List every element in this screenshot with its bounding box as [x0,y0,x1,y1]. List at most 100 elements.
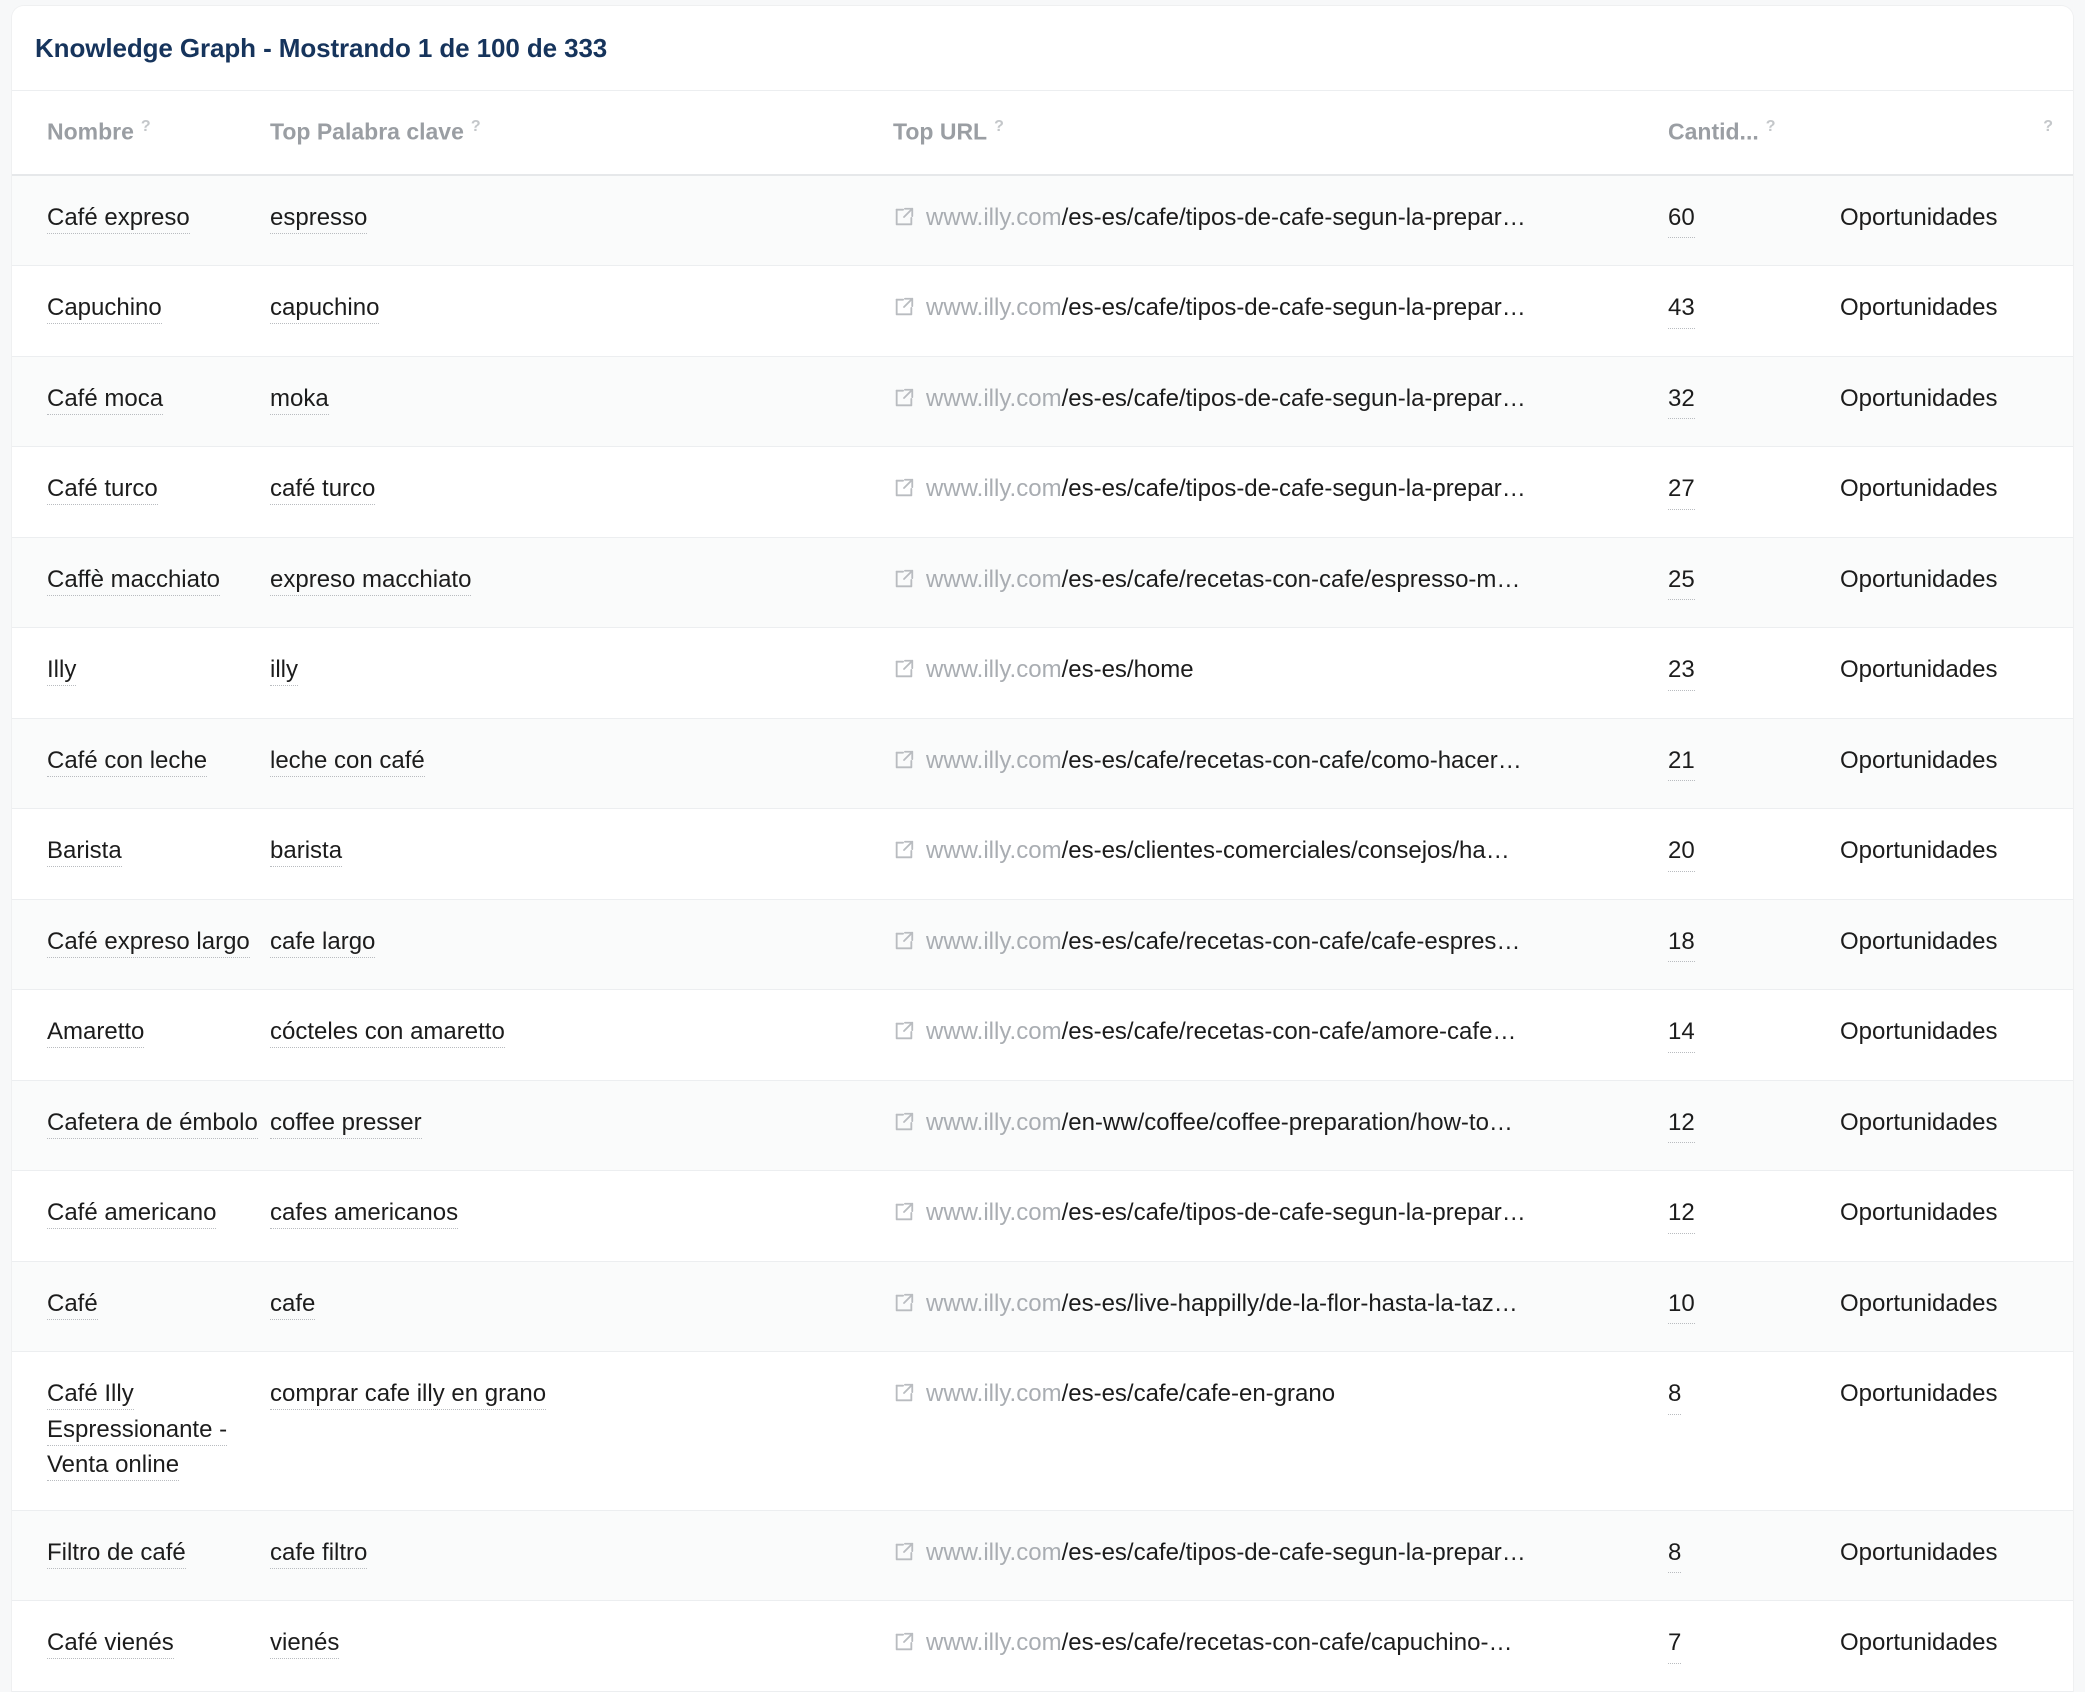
opportunities-button[interactable]: Oportunidades [1840,1290,1997,1317]
quantity-value[interactable]: 43 [1668,290,1695,329]
url-path-text[interactable]: /es-es/clientes-comerciales/consejos/ha… [1062,837,1510,864]
column-header-cantidad[interactable]: Cantid...? [1668,91,1840,175]
url-domain-text[interactable]: www.illy.com [926,1109,1062,1136]
quantity-value[interactable]: 8 [1668,1535,1682,1574]
external-link-icon[interactable] [893,837,926,864]
entity-name-text[interactable]: Barista [47,837,122,868]
opportunities-button[interactable]: Oportunidades [1840,385,1997,412]
url-path-text[interactable]: /es-es/cafe/recetas-con-cafe/espresso-m… [1062,566,1521,593]
external-link-icon[interactable] [893,747,926,774]
help-icon-actions[interactable]: ? [2043,118,2053,135]
entity-name-text[interactable]: Café turco [47,475,158,506]
url-domain-text[interactable]: www.illy.com [926,204,1062,231]
entity-name-text[interactable]: Café expreso [47,203,190,234]
quantity-value[interactable]: 8 [1668,1376,1682,1415]
opportunities-button[interactable]: Oportunidades [1840,1109,1997,1136]
entity-name-text[interactable]: Caffè macchiato [47,565,220,596]
external-link-icon[interactable] [893,1018,926,1045]
entity-name-text[interactable]: Illy [47,656,77,687]
url-domain-text[interactable]: www.illy.com [926,1290,1062,1317]
column-header-top-palabra-clave[interactable]: Top Palabra clave? [270,91,893,175]
opportunities-button[interactable]: Oportunidades [1840,475,1997,502]
url-path-text[interactable]: /es-es/cafe/tipos-de-cafe-segun-la-prepa… [1062,385,1526,412]
help-icon-cantidad[interactable]: ? [1766,118,1776,135]
url-domain-text[interactable]: www.illy.com [926,566,1062,593]
top-keyword-text[interactable]: espresso [270,203,368,234]
url-path-text[interactable]: /es-es/cafe/recetas-con-cafe/cafe-espres… [1062,928,1521,955]
url-domain-text[interactable]: www.illy.com [926,1199,1062,1226]
opportunities-button[interactable]: Oportunidades [1840,204,1997,231]
top-keyword-text[interactable]: expreso macchiato [270,565,472,596]
opportunities-button[interactable]: Oportunidades [1840,1629,1997,1656]
external-link-icon[interactable] [893,1539,926,1566]
url-path-text[interactable]: /es-es/cafe/tipos-de-cafe-segun-la-prepa… [1062,1199,1526,1226]
external-link-icon[interactable] [893,294,926,321]
opportunities-button[interactable]: Oportunidades [1840,747,1997,774]
top-keyword-text[interactable]: vienés [270,1629,340,1660]
opportunities-button[interactable]: Oportunidades [1840,1539,1997,1566]
url-domain-text[interactable]: www.illy.com [926,656,1062,683]
external-link-icon[interactable] [893,656,926,683]
top-keyword-text[interactable]: capuchino [270,294,380,325]
top-keyword-text[interactable]: coffee presser [270,1108,422,1139]
url-domain-text[interactable]: www.illy.com [926,385,1062,412]
top-keyword-text[interactable]: comprar cafe illy en grano [270,1380,547,1411]
entity-name-text[interactable]: Amaretto [47,1018,145,1049]
external-link-icon[interactable] [893,1629,926,1656]
quantity-value[interactable]: 10 [1668,1286,1695,1325]
top-keyword-text[interactable]: café turco [270,475,376,506]
url-domain-text[interactable]: www.illy.com [926,1018,1062,1045]
entity-name-text[interactable]: Café vienés [47,1629,174,1660]
external-link-icon[interactable] [893,475,926,502]
top-keyword-text[interactable]: illy [270,656,298,687]
top-keyword-text[interactable]: moka [270,384,329,415]
external-link-icon[interactable] [893,566,926,593]
top-keyword-text[interactable]: cafe largo [270,927,376,958]
url-domain-text[interactable]: www.illy.com [926,747,1062,774]
quantity-value[interactable]: 18 [1668,924,1695,963]
quantity-value[interactable]: 27 [1668,471,1695,510]
url-domain-text[interactable]: www.illy.com [926,475,1062,502]
quantity-value[interactable]: 23 [1668,652,1695,691]
url-path-text[interactable]: /es-es/cafe/cafe-en-grano [1062,1380,1335,1407]
opportunities-button[interactable]: Oportunidades [1840,294,1997,321]
url-domain-text[interactable]: www.illy.com [926,837,1062,864]
entity-name-text[interactable]: Cafetera de émbolo [47,1108,258,1139]
external-link-icon[interactable] [893,1109,926,1136]
top-keyword-text[interactable]: cócteles con amaretto [270,1018,505,1049]
quantity-value[interactable]: 25 [1668,562,1695,601]
quantity-value[interactable]: 60 [1668,200,1695,239]
column-header-top-url[interactable]: Top URL? [893,91,1668,175]
external-link-icon[interactable] [893,1380,926,1407]
entity-name-text[interactable]: Filtro de café [47,1538,186,1569]
url-domain-text[interactable]: www.illy.com [926,1629,1062,1656]
quantity-value[interactable]: 21 [1668,743,1695,782]
url-path-text[interactable]: /es-es/live-happilly/de-la-flor-hasta-la… [1062,1290,1518,1317]
external-link-icon[interactable] [893,928,926,955]
url-path-text[interactable]: /es-es/cafe/tipos-de-cafe-segun-la-prepa… [1062,294,1526,321]
url-path-text[interactable]: /es-es/home [1062,656,1194,683]
top-keyword-text[interactable]: cafe filtro [270,1538,368,1569]
top-keyword-text[interactable]: cafe [270,1289,316,1320]
url-domain-text[interactable]: www.illy.com [926,1380,1062,1407]
url-path-text[interactable]: /es-es/cafe/recetas-con-cafe/amore-cafe… [1062,1018,1517,1045]
external-link-icon[interactable] [893,1199,926,1226]
external-link-icon[interactable] [893,385,926,412]
entity-name-text[interactable]: Café [47,1289,98,1320]
quantity-value[interactable]: 14 [1668,1014,1695,1053]
entity-name-text[interactable]: Café expreso largo [47,927,250,958]
entity-name-text[interactable]: Café con leche [47,746,208,777]
entity-name-text[interactable]: Café Illy Espressionante - Venta online [47,1380,228,1482]
opportunities-button[interactable]: Oportunidades [1840,1199,1997,1226]
opportunities-button[interactable]: Oportunidades [1840,837,1997,864]
opportunities-button[interactable]: Oportunidades [1840,566,1997,593]
url-domain-text[interactable]: www.illy.com [926,1539,1062,1566]
column-header-actions[interactable]: ? [1840,91,2073,175]
quantity-value[interactable]: 20 [1668,833,1695,872]
help-icon-top-palabra-clave[interactable]: ? [471,118,481,135]
entity-name-text[interactable]: Café moca [47,384,164,415]
column-header-nombre[interactable]: Nombre? [12,91,270,175]
opportunities-button[interactable]: Oportunidades [1840,928,1997,955]
help-icon-nombre[interactable]: ? [141,118,151,135]
url-path-text[interactable]: /es-es/cafe/tipos-de-cafe-segun-la-prepa… [1062,1539,1526,1566]
